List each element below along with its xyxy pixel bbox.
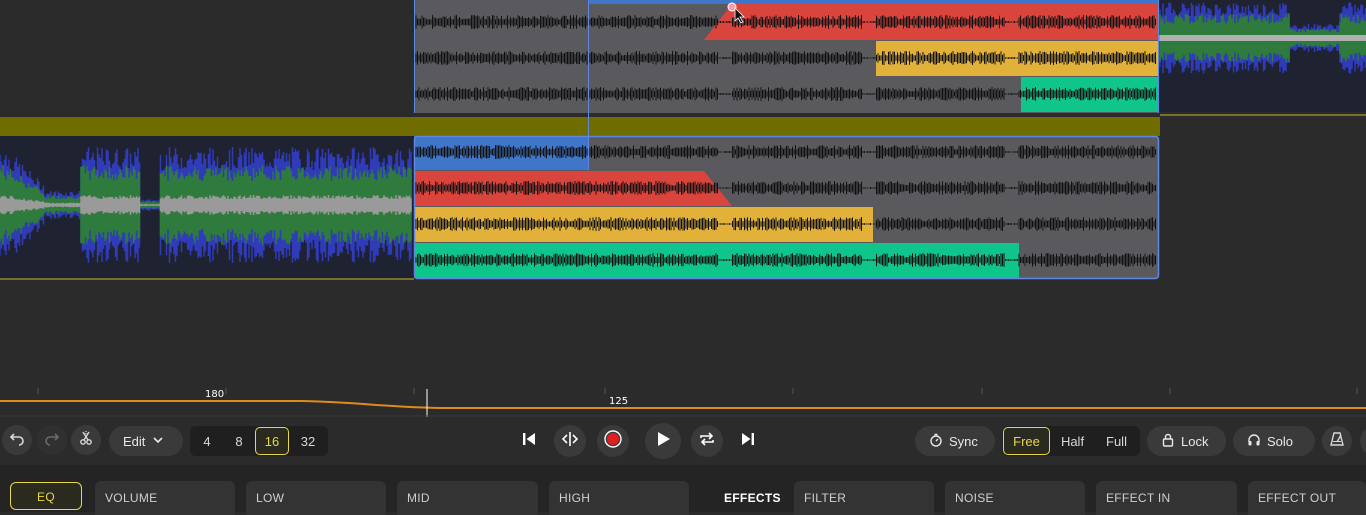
right-wave-white: [1159, 35, 1366, 41]
skip-forward-icon: [739, 430, 757, 453]
tab-effect-out[interactable]: EFFECT OUT: [1248, 481, 1366, 515]
effects-heading: EFFECTS: [724, 491, 781, 505]
play-icon: [654, 430, 672, 453]
tab-volume[interactable]: VOLUME: [95, 481, 235, 515]
skip-back-icon: [520, 430, 538, 453]
lock-icon: [1161, 433, 1175, 450]
tab-effect-in[interactable]: EFFECT IN: [1096, 481, 1237, 515]
chevron-down-icon: [151, 433, 165, 450]
loop-icon: [698, 430, 716, 453]
timeline-canvas[interactable]: [0, 0, 1366, 417]
tab-mid[interactable]: MID: [397, 481, 538, 515]
sync-button[interactable]: Sync: [915, 426, 995, 456]
split-button[interactable]: [71, 425, 101, 455]
edit-label: Edit: [123, 433, 146, 449]
metronome-icon: [1329, 431, 1345, 452]
mode-option-full[interactable]: Full: [1095, 427, 1138, 455]
record-icon: [603, 429, 623, 454]
stem-top-blue-bar: [588, 0, 1158, 4]
mode-option-free[interactable]: Free: [1003, 427, 1050, 455]
metronome-button[interactable]: [1322, 426, 1352, 456]
tempo-marker-125: 125: [609, 396, 629, 407]
edit-dropdown[interactable]: Edit: [109, 426, 183, 456]
tempo-curve: [0, 400, 1366, 409]
mode-option-half[interactable]: Half: [1050, 427, 1095, 455]
scissors-icon: [78, 430, 94, 451]
stopwatch-icon: [929, 433, 943, 450]
headphones-icon: [1247, 433, 1261, 450]
tab-high[interactable]: HIGH: [549, 481, 689, 515]
transport-toolbar: Edit 4 8 16 32 Sync Free Half Full Lock: [0, 417, 1366, 465]
redo-icon: [44, 430, 60, 451]
tab-eq[interactable]: EQ: [10, 482, 82, 510]
loop-button[interactable]: [691, 425, 723, 457]
cue-split-button[interactable]: [554, 425, 586, 457]
more-button[interactable]: [1360, 426, 1366, 456]
skip-forward-button[interactable]: [732, 425, 764, 457]
beat-option-32[interactable]: 32: [289, 427, 327, 455]
beat-option-8[interactable]: 8: [223, 427, 255, 455]
cue-split-icon: [561, 430, 579, 453]
lock-button[interactable]: Lock: [1147, 426, 1226, 456]
effects-tab-bar: EQ VOLUME LOW MID HIGH EFFECTS FILTER NO…: [0, 465, 1366, 515]
undo-icon: [9, 430, 25, 451]
record-button[interactable]: [597, 425, 629, 457]
lock-label: Lock: [1181, 433, 1209, 449]
track-olive-band: [0, 117, 1160, 136]
beat-option-16[interactable]: 16: [255, 427, 289, 455]
solo-label: Solo: [1267, 433, 1294, 449]
beat-selector: 4 8 16 32: [190, 426, 328, 456]
undo-button[interactable]: [2, 425, 32, 455]
redo-button[interactable]: [37, 425, 67, 455]
tab-filter[interactable]: FILTER: [794, 481, 934, 515]
skip-back-button[interactable]: [513, 425, 545, 457]
tab-low[interactable]: LOW: [246, 481, 386, 515]
mode-selector: Free Half Full: [1002, 426, 1140, 456]
tab-noise[interactable]: NOISE: [945, 481, 1085, 515]
tempo-marker-180: 180: [205, 389, 225, 400]
sync-label: Sync: [949, 433, 978, 449]
play-button[interactable]: [645, 423, 681, 459]
beat-option-4[interactable]: 4: [191, 427, 223, 455]
solo-button[interactable]: Solo: [1233, 426, 1315, 456]
